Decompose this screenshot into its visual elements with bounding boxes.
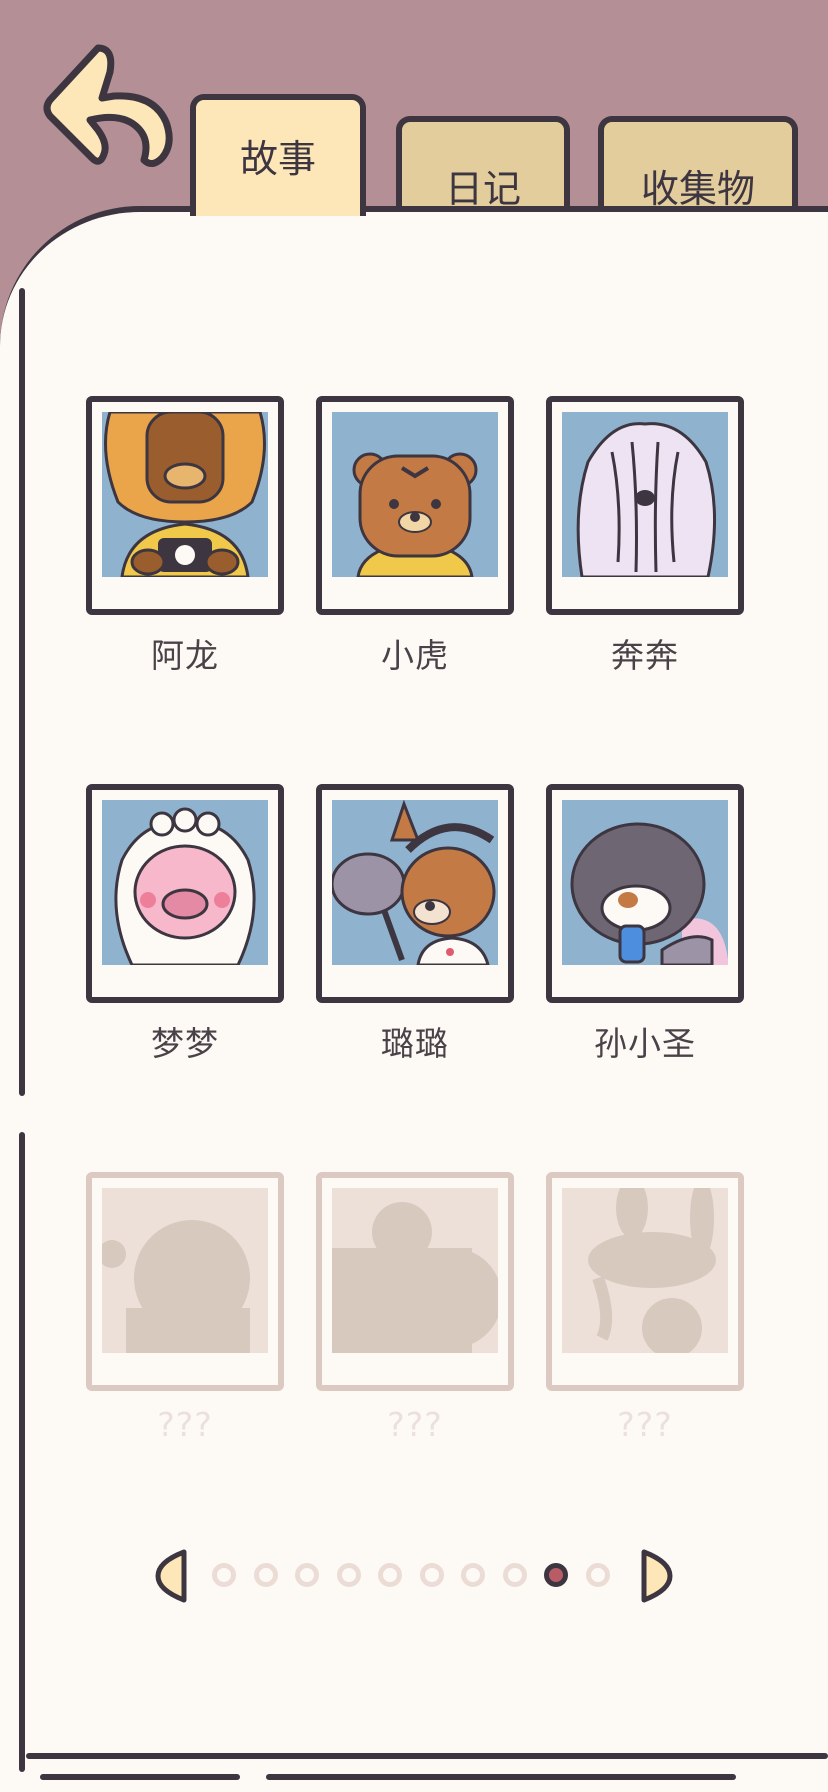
page-dot-7[interactable]: [461, 1563, 485, 1587]
bottom-edge-line: [266, 1774, 736, 1780]
character-card-locked[interactable]: ???: [316, 1172, 514, 1444]
polaroid-frame: [546, 784, 744, 1003]
tab-collection-label: 收集物: [640, 166, 755, 211]
locked-silhouette-icon: [562, 1188, 728, 1353]
pink-bride-icon: [102, 800, 268, 965]
character-name: 璐璐: [381, 1024, 449, 1063]
character-name: 孙小圣: [594, 1024, 696, 1063]
next-page-arrow-icon[interactable]: [638, 1548, 674, 1604]
character-name: 奔奔: [611, 636, 679, 675]
character-card-benben[interactable]: 奔奔: [546, 396, 744, 677]
page-dot-6[interactable]: [419, 1563, 444, 1587]
character-name: 梦梦: [151, 1024, 219, 1063]
page-dot-10[interactable]: [585, 1563, 610, 1587]
bottom-edge-line: [40, 1774, 240, 1780]
tab-story[interactable]: 故事: [190, 94, 366, 216]
polaroid-frame: [546, 1172, 744, 1391]
polaroid-frame: [316, 396, 514, 615]
page-spine-upper: [19, 288, 25, 1096]
character-name: ???: [387, 1405, 443, 1444]
page-dot-9[interactable]: [544, 1563, 568, 1587]
tab-diary[interactable]: 日记: [396, 116, 570, 212]
tab-diary-label: 日记: [444, 166, 521, 211]
polaroid-frame: [316, 1172, 514, 1391]
character-name: ???: [617, 1405, 673, 1444]
tab-story-label: 故事: [239, 136, 316, 181]
locked-silhouette-icon: [102, 1188, 268, 1353]
prev-page-arrow-icon[interactable]: [154, 1548, 190, 1604]
character-name: 小虎: [381, 636, 449, 675]
tab-collection[interactable]: 收集物: [598, 116, 798, 212]
character-name: 阿龙: [151, 636, 219, 675]
page-dot-5[interactable]: [378, 1563, 402, 1587]
locked-silhouette-icon: [332, 1188, 498, 1353]
character-card-along[interactable]: 阿龙: [86, 396, 284, 677]
polaroid-frame: [86, 784, 284, 1003]
character-card-xiaohu[interactable]: 小虎: [316, 396, 514, 677]
lavender-sheepdog-icon: [562, 412, 728, 577]
bottom-edge-line: [26, 1753, 828, 1759]
polaroid-frame: [546, 396, 744, 615]
polaroid-frame: [86, 396, 284, 615]
polaroid-frame: [86, 1172, 284, 1391]
page-dot-2[interactable]: [253, 1563, 278, 1587]
polaroid-frame: [316, 784, 514, 1003]
page-spine-lower: [19, 1132, 25, 1772]
character-card-locked[interactable]: ???: [546, 1172, 744, 1444]
character-card-mengmeng[interactable]: 梦梦: [86, 784, 284, 1065]
raccoon-phone-icon: [562, 800, 728, 965]
page-dot-1[interactable]: [212, 1563, 236, 1587]
deer-reporter-icon: [332, 800, 498, 965]
back-arrow-icon[interactable]: [40, 42, 180, 172]
page-dot-8[interactable]: [502, 1563, 527, 1587]
character-name: ???: [157, 1405, 213, 1444]
character-card-lulu[interactable]: 璐璐: [316, 784, 514, 1065]
tiger-icon: [332, 412, 498, 577]
pagination: [154, 1548, 674, 1604]
page-dot-4[interactable]: [336, 1563, 361, 1587]
page-dot-3[interactable]: [295, 1563, 319, 1587]
lion-photographer-icon: [102, 412, 268, 577]
character-card-locked[interactable]: ???: [86, 1172, 284, 1444]
character-card-sunxiaosheng[interactable]: 孙小圣: [546, 784, 744, 1065]
